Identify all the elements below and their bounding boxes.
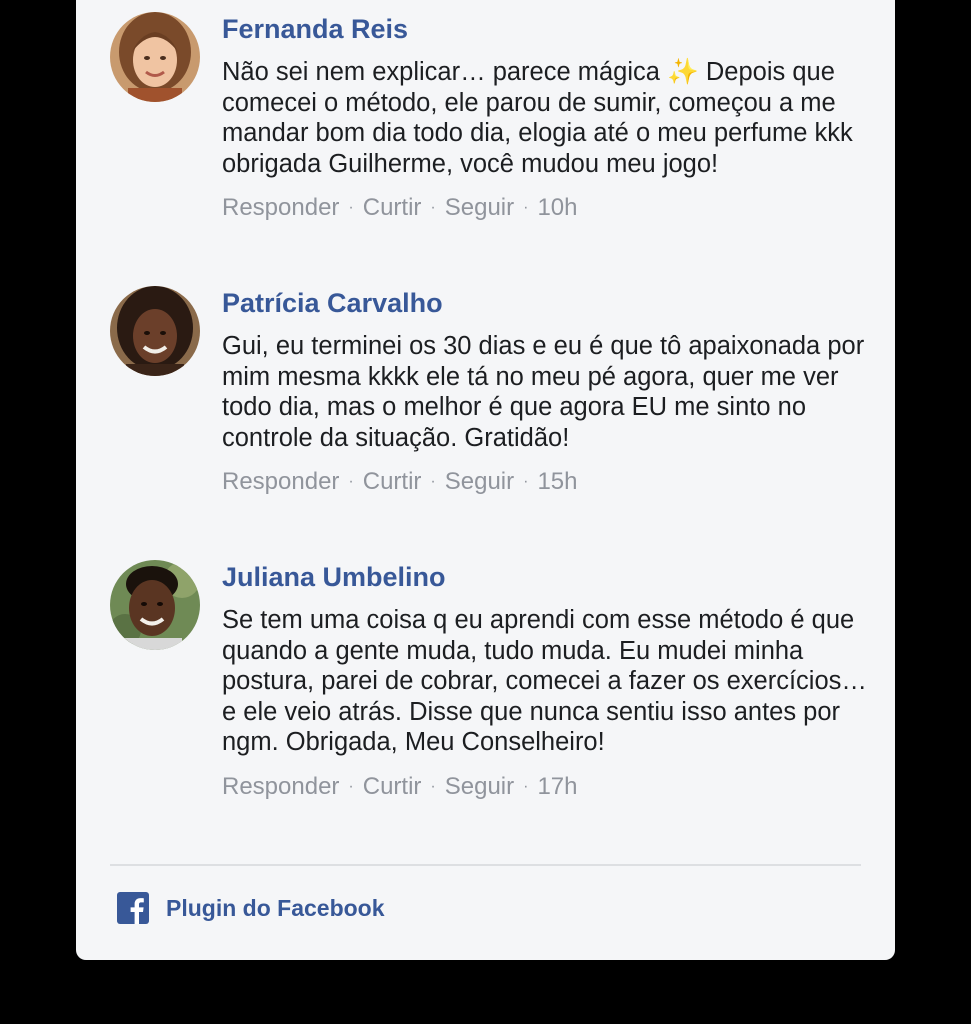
comment-actions: Responder · Curtir · Seguir · 15h	[222, 466, 872, 498]
comment-timestamp[interactable]: 10h	[537, 194, 577, 221]
avatar[interactable]	[110, 560, 200, 650]
avatar[interactable]	[110, 12, 200, 102]
comment-author[interactable]: Juliana Umbelino	[222, 560, 872, 594]
comment-author[interactable]: Patrícia Carvalho	[222, 286, 872, 320]
separator-dot: ·	[430, 777, 436, 795]
follow-link[interactable]: Seguir	[445, 194, 514, 221]
like-link[interactable]: Curtir	[363, 468, 422, 495]
comment-author[interactable]: Fernanda Reis	[222, 12, 872, 46]
like-link[interactable]: Curtir	[363, 773, 422, 800]
reply-link[interactable]: Responder	[222, 194, 339, 221]
separator-dot: ·	[523, 473, 529, 490]
facebook-icon	[117, 892, 149, 924]
reply-link[interactable]: Responder	[222, 468, 339, 495]
avatar[interactable]	[110, 286, 200, 376]
comment-text: Se tem uma coisa q eu aprendi com esse m…	[222, 606, 867, 756]
follow-link[interactable]: Seguir	[445, 773, 514, 800]
separator-dot: ·	[348, 473, 354, 490]
comment-actions: Responder · Curtir · Seguir · 17h	[222, 771, 872, 803]
comment-text: Gui, eu terminei os 30 dias e eu é que t…	[222, 332, 865, 452]
comment-text: Não sei nem explicar… parece mágica ✨ De…	[222, 58, 853, 178]
facebook-plugin-link[interactable]: Plugin do Facebook	[117, 891, 385, 925]
separator-dot: ·	[348, 199, 354, 216]
follow-link[interactable]: Seguir	[445, 468, 514, 495]
facebook-comments-card: Fernanda Reis Não sei nem explicar… pare…	[76, 0, 895, 960]
separator-dot: ·	[430, 199, 436, 216]
comment-timestamp[interactable]: 17h	[537, 773, 577, 800]
comment-timestamp[interactable]: 15h	[537, 468, 577, 495]
plugin-label[interactable]: Plugin do Facebook	[166, 895, 385, 922]
separator-dot: ·	[523, 777, 529, 795]
like-link[interactable]: Curtir	[363, 194, 422, 221]
separator-dot: ·	[523, 199, 529, 216]
separator-dot: ·	[348, 777, 354, 795]
divider	[110, 864, 861, 866]
separator-dot: ·	[430, 473, 436, 490]
reply-link[interactable]: Responder	[222, 773, 339, 800]
comment-actions: Responder · Curtir · Seguir · 10h	[222, 192, 872, 224]
